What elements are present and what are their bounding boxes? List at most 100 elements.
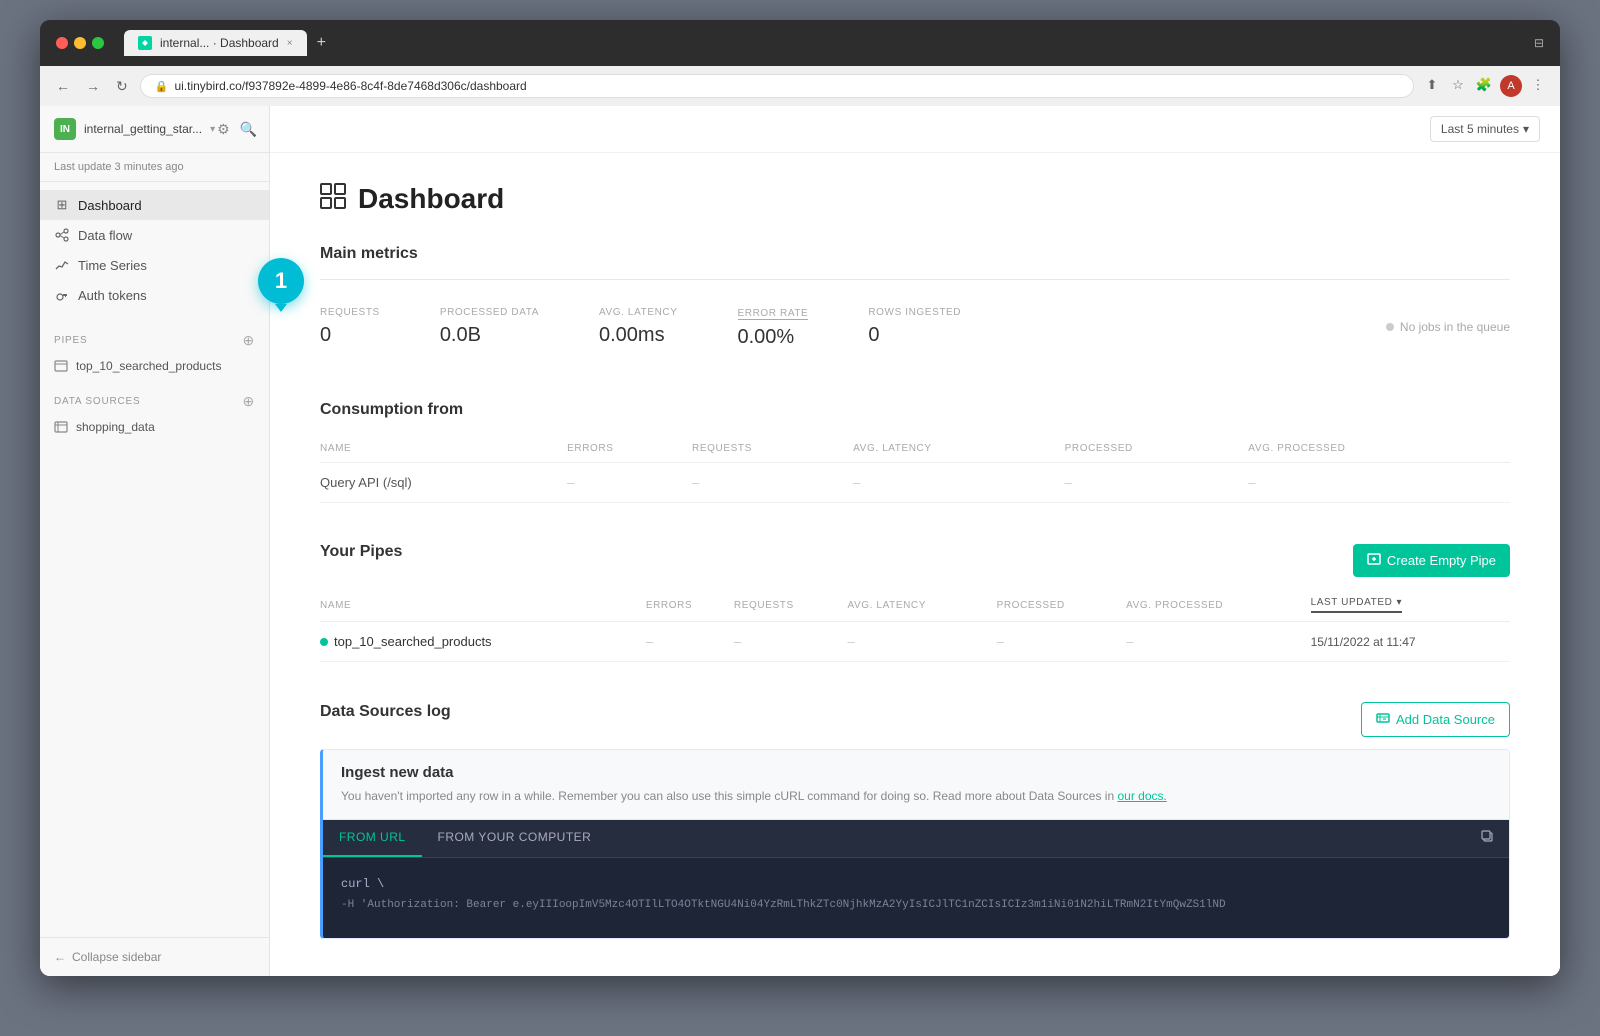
col-name: NAME: [320, 435, 567, 463]
pipes-col-requests: REQUESTS: [734, 589, 848, 622]
maximize-traffic-light[interactable]: [92, 37, 104, 49]
sidebar-nav: ⊞ Dashboard Data flow: [40, 182, 269, 318]
browser-titlebar: internal... · Dashboard × + ⊟: [40, 20, 1560, 66]
forward-button[interactable]: →: [82, 76, 104, 96]
new-tab-button[interactable]: +: [311, 32, 332, 54]
time-range-selector[interactable]: Last 5 minutes ▾: [1430, 116, 1540, 142]
last-update-text: Last update 3 minutes ago: [40, 153, 269, 182]
metric-requests: REQUESTS 0: [320, 307, 380, 347]
data-sources-section-label: DATA SOURCES ⊕: [40, 379, 269, 414]
sidebar-item-timeseries-label: Time Series: [78, 258, 147, 273]
menu-icon[interactable]: ⋮: [1528, 75, 1548, 95]
back-button[interactable]: ←: [52, 76, 74, 96]
metric-rowsingested: ROWS INGESTED 0: [868, 307, 961, 347]
search-icon[interactable]: 🔍: [238, 119, 259, 140]
url-text: ui.tinybird.co/f937892e-4899-4e86-8c4f-8…: [174, 79, 1399, 93]
bookmark-icon[interactable]: ☆: [1448, 75, 1468, 95]
sidebar-datasource-shopping[interactable]: shopping_data: [40, 414, 269, 440]
main-metrics-section: Main metrics REQUESTS 0 PROCESSED DATA 0…: [320, 245, 1510, 361]
tab-title: internal... · Dashboard: [160, 36, 279, 50]
metric-latency-value: 0.00ms: [599, 324, 678, 347]
consumption-requests: –: [692, 463, 853, 503]
metric-latency: AVG. LATENCY 0.00ms: [599, 307, 678, 347]
extensions-icon[interactable]: 🧩: [1474, 75, 1494, 95]
page-title: Dashboard: [358, 183, 504, 215]
page-title-row: Dashboard: [320, 183, 1510, 215]
traffic-lights: [56, 37, 104, 49]
workspace-label: internal_getting_star...: [84, 122, 202, 136]
consumption-errors: –: [567, 463, 692, 503]
consumption-table: NAME ERRORS REQUESTS AVG. LATENCY PROCES…: [320, 435, 1510, 503]
dashboard-icon: ⊞: [54, 197, 70, 213]
table-row[interactable]: top_10_searched_products – – – – – 15/11…: [320, 622, 1510, 662]
metric-latency-label: AVG. LATENCY: [599, 307, 678, 318]
consumption-avgprocessed: –: [1248, 463, 1510, 503]
sidebar-item-authtokens-label: Auth tokens: [78, 288, 147, 303]
code-line-1: curl \: [341, 874, 1491, 896]
sidebar-pipe-top10[interactable]: top_10_searched_products: [40, 353, 269, 379]
workspace-name[interactable]: IN internal_getting_star... ▾: [54, 118, 215, 140]
active-tab[interactable]: internal... · Dashboard ×: [124, 30, 307, 56]
pipes-section-label: PIPES ⊕: [40, 318, 269, 353]
add-datasource-btn-icon: [1376, 711, 1390, 728]
pipe-row-errors: –: [646, 622, 734, 662]
pipe-row-name: top_10_searched_products: [320, 622, 646, 662]
pipes-section-header: Your Pipes Create Empty Pipe: [320, 543, 1510, 577]
pipe-status-dot: [320, 638, 328, 646]
settings-icon[interactable]: ⚙: [215, 119, 232, 140]
add-data-source-label: Add Data Source: [1396, 712, 1495, 727]
main-metrics-title: Main metrics: [320, 245, 1510, 263]
tab-close-button[interactable]: ×: [287, 38, 293, 49]
metric-rowsingested-label: ROWS INGESTED: [868, 307, 961, 318]
add-datasource-icon[interactable]: ⊕: [242, 393, 255, 410]
dashboard-title-icon: [320, 183, 346, 215]
workspace-badge: IN: [54, 118, 76, 140]
ingest-tab-fromcomputer[interactable]: FROM YOUR COMPUTER: [422, 820, 608, 857]
queue-dot-icon: [1386, 323, 1394, 331]
metric-errorrate-value: 0.00%: [738, 326, 809, 349]
pipe-row-processed: –: [997, 622, 1127, 662]
tab-favicon: [138, 36, 152, 50]
col-processed: PROCESSED: [1065, 435, 1249, 463]
pipes-col-lastupdated[interactable]: LAST UPDATED ▾: [1311, 589, 1510, 622]
create-empty-pipe-button[interactable]: Create Empty Pipe: [1353, 544, 1510, 577]
main-content: Last 5 minutes ▾ Dashboard: [270, 106, 1560, 976]
ingest-box: Ingest new data You haven't imported any…: [320, 749, 1510, 939]
sidebar-item-timeseries[interactable]: Time Series: [40, 250, 269, 280]
ingest-tab-fromurl[interactable]: FROM URL: [323, 820, 422, 857]
collapse-sidebar-button[interactable]: ← Collapse sidebar: [54, 950, 161, 964]
sidebar-header: IN internal_getting_star... ▾ ⚙ 🔍: [40, 106, 269, 153]
add-pipe-icon[interactable]: ⊕: [242, 332, 255, 349]
datasource-label: shopping_data: [76, 420, 155, 434]
ingest-docs-link[interactable]: our docs.: [1117, 789, 1166, 803]
pipe-row-lastupdated: 15/11/2022 at 11:47: [1311, 622, 1510, 662]
refresh-button[interactable]: ↻: [112, 76, 132, 97]
pipe-btn-icon: [1367, 552, 1381, 569]
address-bar[interactable]: 🔒 ui.tinybird.co/f937892e-4899-4e86-8c4f…: [140, 74, 1414, 98]
window-control[interactable]: ⊟: [1534, 36, 1544, 50]
queue-status-text: No jobs in the queue: [1400, 320, 1510, 334]
col-requests: REQUESTS: [692, 435, 853, 463]
datasources-section-header: Data Sources log Add Data Source: [320, 702, 1510, 737]
close-traffic-light[interactable]: [56, 37, 68, 49]
ingest-title: Ingest new data: [341, 764, 1491, 781]
metric-errorrate: ERROR RATE 0.00%: [738, 304, 809, 349]
metric-processed: PROCESSED DATA 0.0B: [440, 307, 539, 347]
add-data-source-button[interactable]: Add Data Source: [1361, 702, 1510, 737]
metric-rowsingested-value: 0: [868, 324, 961, 347]
create-empty-pipe-label: Create Empty Pipe: [1387, 553, 1496, 568]
sidebar-item-dataflow[interactable]: Data flow: [40, 220, 269, 250]
sidebar-item-authtokens[interactable]: Auth tokens: [40, 280, 269, 310]
minimize-traffic-light[interactable]: [74, 37, 86, 49]
pipe-row-avgprocessed: –: [1126, 622, 1310, 662]
metric-errorrate-label: ERROR RATE: [738, 308, 809, 320]
data-sources-section: Data Sources log Add Data Source: [320, 702, 1510, 939]
sidebar-item-dashboard[interactable]: ⊞ Dashboard: [40, 190, 269, 220]
pipes-col-avgprocessed: AVG. PROCESSED: [1126, 589, 1310, 622]
consumption-avglatency: –: [853, 463, 1064, 503]
table-row[interactable]: Query API (/sql) – – – – –: [320, 463, 1510, 503]
profile-icon[interactable]: A: [1500, 75, 1522, 97]
share-icon[interactable]: ⬆: [1422, 75, 1442, 95]
pipe-label: top_10_searched_products: [76, 359, 221, 373]
copy-code-icon[interactable]: [1467, 820, 1509, 857]
